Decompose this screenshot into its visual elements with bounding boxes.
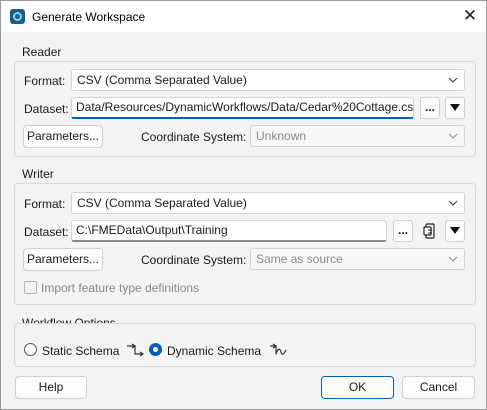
- writer-format-label: Format:: [24, 197, 66, 211]
- reader-group-title: Reader: [22, 45, 62, 59]
- dynamic-schema-radio[interactable]: [149, 343, 162, 356]
- fme-app-icon: [10, 9, 25, 24]
- close-icon[interactable]: ✕: [460, 6, 480, 26]
- writer-dataset-label: Dataset:: [24, 225, 69, 239]
- reader-format-select[interactable]: CSV (Comma Separated Value): [71, 69, 465, 91]
- chevron-down-icon: [448, 256, 458, 262]
- writer-dataset-type-button[interactable]: [420, 220, 440, 242]
- triangle-down-icon: [450, 227, 460, 234]
- dynamic-schema-label[interactable]: Dynamic Schema: [167, 344, 261, 358]
- dynamic-schema-icon: [270, 343, 287, 355]
- reader-parameters-button[interactable]: Parameters...: [23, 125, 103, 148]
- writer-format-value: CSV (Comma Separated Value): [77, 196, 247, 210]
- reader-coord-label: Coordinate System:: [141, 130, 247, 144]
- writer-group-title: Writer: [22, 167, 54, 181]
- window-title: Generate Workspace: [32, 10, 146, 24]
- writer-format-select[interactable]: CSV (Comma Separated Value): [71, 192, 465, 214]
- reader-dataset-dropdown-button[interactable]: [445, 97, 465, 119]
- chevron-down-icon: [448, 133, 458, 139]
- reader-coord-value: Unknown: [256, 129, 307, 143]
- title-bar: Generate Workspace ✕: [1, 1, 486, 32]
- writer-coord-label: Coordinate System:: [141, 253, 247, 267]
- generate-workspace-dialog: Generate Workspace ✕ Reader Format: CSV …: [0, 0, 487, 410]
- reader-format-label: Format:: [24, 74, 66, 88]
- static-schema-icon: [127, 343, 145, 357]
- writer-dataset-input[interactable]: C:\FMEData\Output\Training: [71, 220, 387, 242]
- cancel-button[interactable]: Cancel: [402, 376, 475, 399]
- reader-browse-button[interactable]: ...: [420, 97, 440, 119]
- import-feature-types-label: Import feature type definitions: [41, 281, 200, 295]
- triangle-down-icon: [450, 104, 460, 111]
- ok-button[interactable]: OK: [321, 376, 394, 399]
- writer-coord-select: Same as source: [250, 248, 465, 270]
- writer-browse-button[interactable]: ...: [393, 220, 413, 242]
- reader-coord-select: Unknown: [250, 125, 465, 147]
- chevron-down-icon: [448, 200, 458, 206]
- writer-parameters-button[interactable]: Parameters...: [23, 248, 103, 271]
- writer-coord-value: Same as source: [256, 252, 343, 266]
- static-schema-label[interactable]: Static Schema: [42, 344, 119, 358]
- static-schema-radio[interactable]: [24, 343, 37, 356]
- reader-dataset-label: Dataset:: [24, 102, 69, 116]
- chevron-down-icon: [448, 77, 458, 83]
- writer-dataset-dropdown-button[interactable]: [445, 220, 465, 242]
- help-button[interactable]: Help: [15, 376, 87, 399]
- folder-file-icon: [423, 223, 435, 239]
- import-feature-types-checkbox: [24, 281, 37, 294]
- reader-format-value: CSV (Comma Separated Value): [77, 73, 247, 87]
- reader-dataset-input[interactable]: Data/Resources/DynamicWorkflows/Data/Ced…: [71, 97, 414, 119]
